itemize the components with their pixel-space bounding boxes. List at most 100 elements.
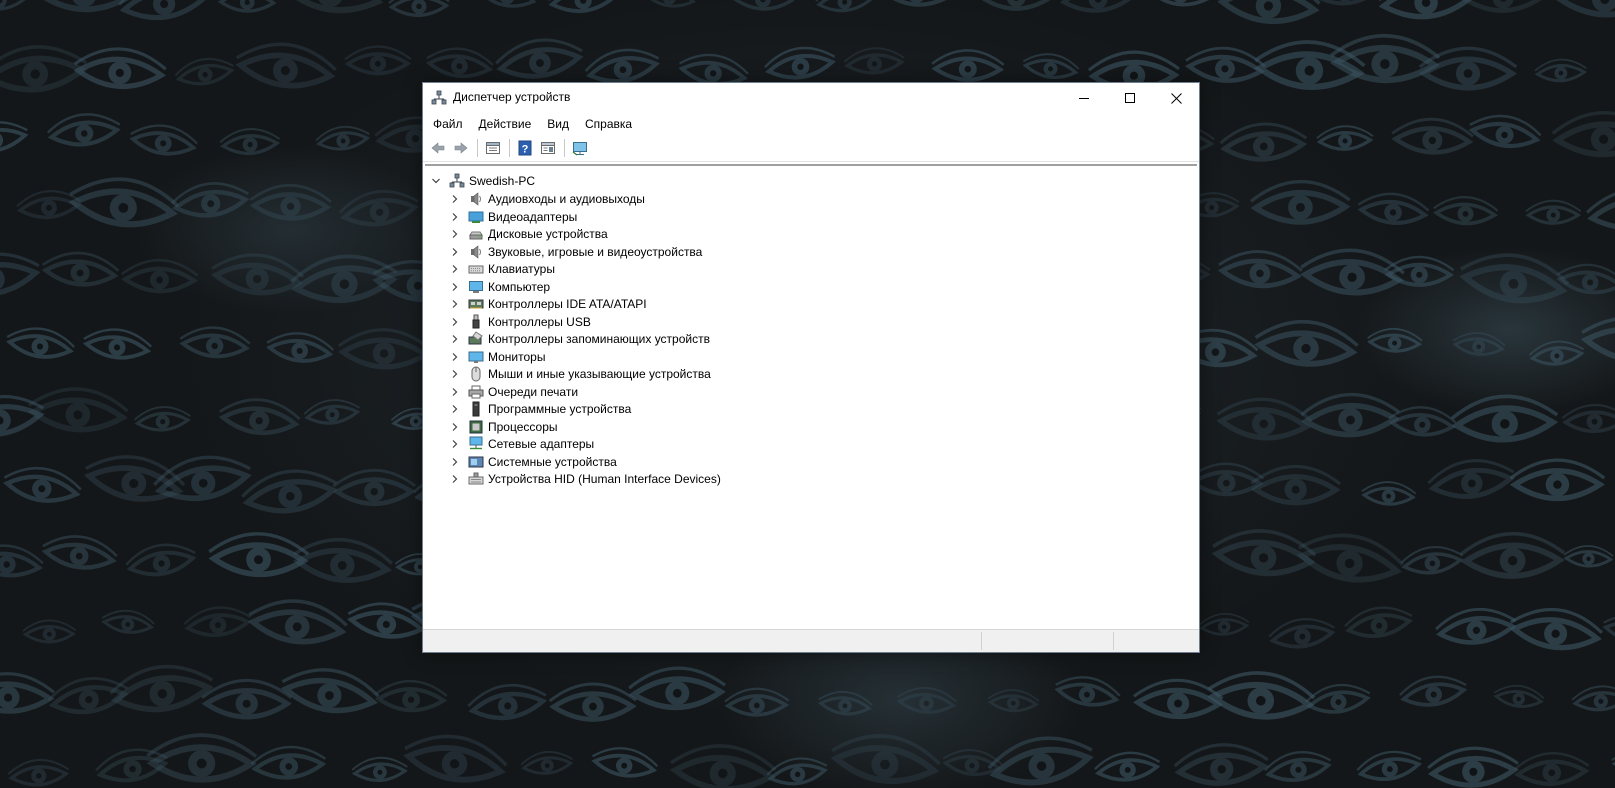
tree-item-label: Мониторы bbox=[488, 349, 546, 364]
display-adapter-icon bbox=[468, 209, 484, 225]
tree-item[interactable]: Контроллеры USB bbox=[450, 313, 591, 331]
device-manager-window: Диспетчер устройств Файл Действие Вид Сп… bbox=[422, 82, 1200, 653]
properties-icon bbox=[486, 142, 500, 154]
chevron-right-icon[interactable] bbox=[450, 247, 460, 257]
status-divider bbox=[1113, 632, 1114, 650]
mouse-icon bbox=[468, 366, 484, 382]
tree-item[interactable]: Устройства HID (Human Interface Devices) bbox=[450, 470, 721, 488]
forward-button[interactable] bbox=[450, 137, 472, 159]
menu-help[interactable]: Справка bbox=[577, 113, 640, 135]
menu-file[interactable]: Файл bbox=[425, 113, 471, 135]
keyboard-icon bbox=[468, 261, 484, 277]
close-button[interactable] bbox=[1153, 83, 1199, 113]
menu-view[interactable]: Вид bbox=[539, 113, 577, 135]
chevron-right-icon[interactable] bbox=[450, 264, 460, 274]
device-tree[interactable]: Swedish-PC Аудиовходы и аудиовыходы Видео… bbox=[425, 164, 1197, 632]
tree-root[interactable]: Swedish-PC bbox=[431, 172, 535, 190]
chevron-right-icon[interactable] bbox=[450, 229, 460, 239]
properties-button[interactable] bbox=[482, 137, 504, 159]
device-manager-icon bbox=[431, 90, 447, 106]
menu-bar: Файл Действие Вид Справка bbox=[423, 113, 1199, 135]
chevron-right-icon[interactable] bbox=[450, 299, 460, 309]
status-bar bbox=[423, 629, 1199, 652]
tree-item[interactable]: Компьютер bbox=[450, 278, 550, 296]
details-view-button[interactable] bbox=[537, 137, 559, 159]
storage-controller-icon bbox=[468, 331, 484, 347]
maximize-button[interactable] bbox=[1107, 83, 1153, 113]
tree-item-label: Мыши и иные указывающие устройства bbox=[488, 367, 711, 381]
chevron-right-icon[interactable] bbox=[450, 334, 460, 344]
chevron-right-icon[interactable] bbox=[450, 282, 460, 292]
computer-icon bbox=[468, 279, 484, 295]
computer-network-icon bbox=[449, 173, 465, 189]
toolbar-separator bbox=[477, 139, 478, 157]
tree-item-label: Контроллеры USB bbox=[488, 314, 591, 329]
chevron-right-icon[interactable] bbox=[450, 404, 460, 414]
tree-item[interactable]: Сетевые адаптеры bbox=[450, 435, 594, 453]
chevron-right-icon[interactable] bbox=[450, 194, 460, 204]
tree-item[interactable]: Контроллеры запоминающих устройств bbox=[450, 330, 710, 348]
tree-item-label: Компьютер bbox=[488, 279, 551, 294]
chevron-right-icon[interactable] bbox=[450, 369, 460, 379]
tree-item[interactable]: Системные устройства bbox=[450, 453, 617, 471]
tree-item[interactable]: Контроллеры IDE ATA/ATAPI bbox=[450, 295, 647, 313]
scan-hardware-button[interactable] bbox=[569, 137, 591, 159]
usb-icon bbox=[468, 314, 484, 330]
chevron-down-icon[interactable] bbox=[431, 176, 441, 186]
chevron-right-icon[interactable] bbox=[450, 212, 460, 222]
chevron-right-icon[interactable] bbox=[450, 422, 460, 432]
toolbar-separator bbox=[509, 139, 510, 157]
tree-item-label: Клавиатуры bbox=[488, 262, 555, 276]
back-button[interactable] bbox=[427, 137, 449, 159]
ide-controller-icon bbox=[468, 296, 484, 312]
tree-item-label: Звуковые, игровые и видеоустройства bbox=[488, 244, 703, 259]
help-icon: ? bbox=[518, 140, 532, 156]
tree-item-label: Сетевые адаптеры bbox=[488, 437, 595, 451]
tree-item-label: Контроллеры IDE ATA/ATAPI bbox=[488, 297, 647, 311]
tree-item[interactable]: Клавиатуры bbox=[450, 260, 555, 278]
monitor-icon bbox=[468, 349, 484, 365]
maximize-icon bbox=[1125, 93, 1135, 103]
details-view-icon bbox=[541, 142, 555, 154]
toolbar: ? bbox=[423, 135, 1199, 162]
window-title: Диспетчер устройств bbox=[453, 90, 571, 104]
tree-item[interactable]: Очереди печати bbox=[450, 383, 578, 401]
arrow-left-icon bbox=[431, 142, 445, 154]
tree-item[interactable]: Программные устройства bbox=[450, 400, 631, 418]
tree-item[interactable]: Видеоадаптеры bbox=[450, 208, 577, 226]
tree-item[interactable]: Мониторы bbox=[450, 348, 545, 366]
toolbar-separator bbox=[564, 139, 565, 157]
tree-item-label: Дисковые устройства bbox=[488, 227, 608, 241]
chevron-right-icon[interactable] bbox=[450, 352, 460, 362]
chevron-right-icon[interactable] bbox=[450, 317, 460, 327]
tree-item[interactable]: Дисковые устройства bbox=[450, 225, 608, 243]
tree-item-label: Контроллеры запоминающих устройств bbox=[488, 332, 710, 346]
chevron-right-icon[interactable] bbox=[450, 457, 460, 467]
processor-icon bbox=[468, 419, 484, 435]
status-divider bbox=[981, 632, 982, 650]
tree-item-label: Видеоадаптеры bbox=[488, 209, 578, 224]
minimize-icon bbox=[1079, 98, 1089, 99]
chevron-right-icon[interactable] bbox=[450, 439, 460, 449]
chevron-right-icon[interactable] bbox=[450, 387, 460, 397]
tree-item-label: Очереди печати bbox=[488, 384, 579, 399]
tree-item[interactable]: Звуковые, игровые и видеоустройства bbox=[450, 243, 702, 261]
tree-item-label: Системные устройства bbox=[488, 454, 617, 469]
minimize-button[interactable] bbox=[1061, 83, 1107, 113]
tree-item[interactable]: Мыши и иные указывающие устройства bbox=[450, 365, 711, 383]
tree-item[interactable]: Процессоры bbox=[450, 418, 558, 436]
close-icon bbox=[1170, 92, 1182, 104]
speaker-icon bbox=[468, 191, 484, 207]
menu-action[interactable]: Действие bbox=[471, 113, 540, 135]
disk-drive-icon bbox=[468, 226, 484, 242]
help-button[interactable]: ? bbox=[514, 137, 536, 159]
arrow-right-icon bbox=[454, 142, 468, 154]
printer-icon bbox=[468, 384, 484, 400]
hid-icon bbox=[468, 471, 484, 487]
network-adapter-icon bbox=[468, 436, 484, 452]
tree-item-label: Аудиовходы и аудиовыходы bbox=[488, 192, 645, 206]
tree-item[interactable]: Аудиовходы и аудиовыходы bbox=[450, 190, 645, 208]
svg-text:?: ? bbox=[522, 144, 529, 156]
chevron-right-icon[interactable] bbox=[450, 474, 460, 484]
title-bar[interactable]: Диспетчер устройств bbox=[423, 83, 1199, 113]
